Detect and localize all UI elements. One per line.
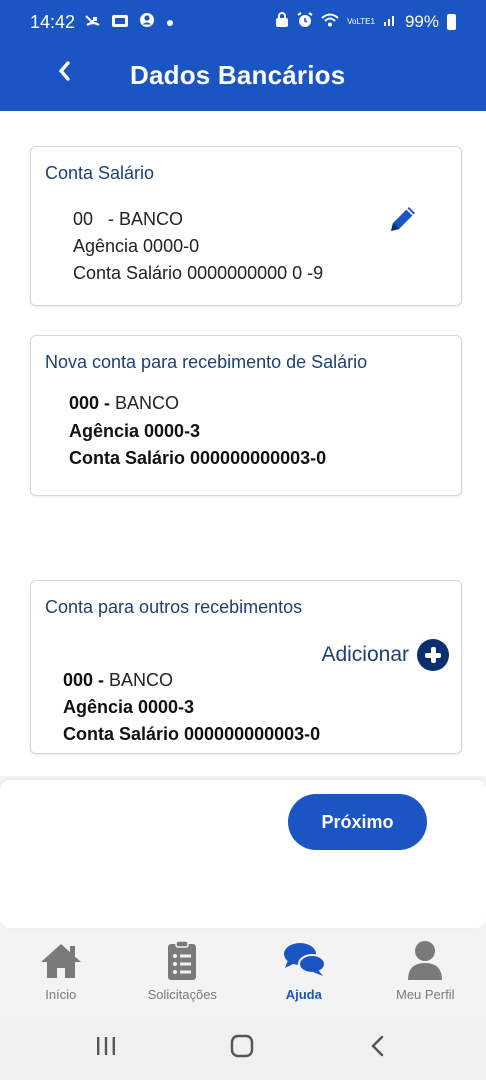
status-bar: 14:42 VoLTE1 99% (0, 0, 486, 44)
status-time: 14:42 (30, 11, 76, 32)
back-nav-icon[interactable] (368, 1034, 388, 1058)
battery-icon (447, 14, 456, 30)
add-label: Adicionar (321, 643, 409, 666)
tab-label: Ajuda (285, 987, 322, 1002)
bottom-tab-bar: Início Solicitações Ajuda Meu Perfil (0, 930, 486, 1016)
account-text: Conta Salário 0000000000 0 -9 (73, 263, 324, 283)
card-title: Conta Salário (45, 163, 155, 183)
tab-label: Início (45, 987, 77, 1002)
bank-name: - BANCO (108, 209, 184, 229)
account-icon (139, 12, 155, 33)
agency-text: Agência 0000-3 (69, 421, 201, 441)
user-icon (408, 941, 443, 980)
alarm-icon (297, 11, 313, 33)
account-text: Conta Salário 000000000003-0 (69, 448, 327, 468)
tab-label: Solicitações (147, 987, 217, 1002)
page-title: Dados Bancários (130, 60, 346, 90)
new-salary-account-card: Nova conta para recebimento de Salário 0… (30, 335, 462, 496)
account-text: Conta Salário 000000000003-0 (63, 724, 321, 744)
tab-inicio[interactable]: Início (0, 930, 122, 1016)
card-title: Conta para outros recebimentos (45, 597, 303, 617)
app-header: 14:42 VoLTE1 99% Dados Bancários (0, 0, 486, 111)
main-content: Conta Salário 00 - BANCO Agência 0000-0 … (0, 111, 486, 776)
tab-label: Meu Perfil (395, 987, 455, 1002)
bank-name: BANCO (109, 670, 174, 690)
agency-text: Agência 0000-3 (63, 697, 195, 717)
action-panel: Próximo (0, 780, 486, 928)
system-nav-bar (0, 1016, 486, 1080)
add-account-button[interactable]: Adicionar (321, 639, 449, 671)
bank-code: 000 - (69, 393, 111, 413)
other-account-card: Conta para outros recebimentos Adicionar… (30, 580, 462, 754)
plus-circle-icon (417, 639, 449, 671)
chat-bubbles-icon (283, 943, 326, 976)
bank-code: 00 (73, 209, 94, 229)
signal-icon (383, 12, 397, 32)
tab-solicitacoes[interactable]: Solicitações (122, 930, 244, 1016)
volte-icon: VoLTE1 (347, 17, 375, 26)
tab-meu-perfil[interactable]: Meu Perfil (365, 930, 486, 1016)
agency-text: Agência 0000-0 (73, 236, 200, 256)
tab-ajuda[interactable]: Ajuda (243, 930, 365, 1016)
alarm-lock-icon (275, 11, 289, 33)
salary-account-card: Conta Salário 00 - BANCO Agência 0000-0 … (30, 146, 462, 306)
home-icon (40, 944, 81, 978)
home-nav-icon[interactable] (230, 1034, 254, 1058)
missed-call-icon (85, 12, 101, 33)
recent-apps-icon[interactable] (95, 1034, 117, 1058)
bank-code: 000 - (63, 670, 105, 690)
clipboard-list-icon (168, 940, 197, 980)
chevron-left-icon (58, 61, 70, 81)
pencil-icon[interactable] (385, 201, 421, 237)
card-title: Nova conta para recebimento de Salário (45, 352, 368, 372)
dot-icon (165, 12, 175, 33)
bank-name: BANCO (115, 393, 180, 413)
next-button[interactable]: Próximo (288, 794, 427, 850)
sd-card-icon (111, 12, 129, 33)
battery-percent: 99% (404, 12, 439, 31)
wifi-icon (321, 12, 339, 32)
back-button[interactable] (56, 58, 72, 89)
